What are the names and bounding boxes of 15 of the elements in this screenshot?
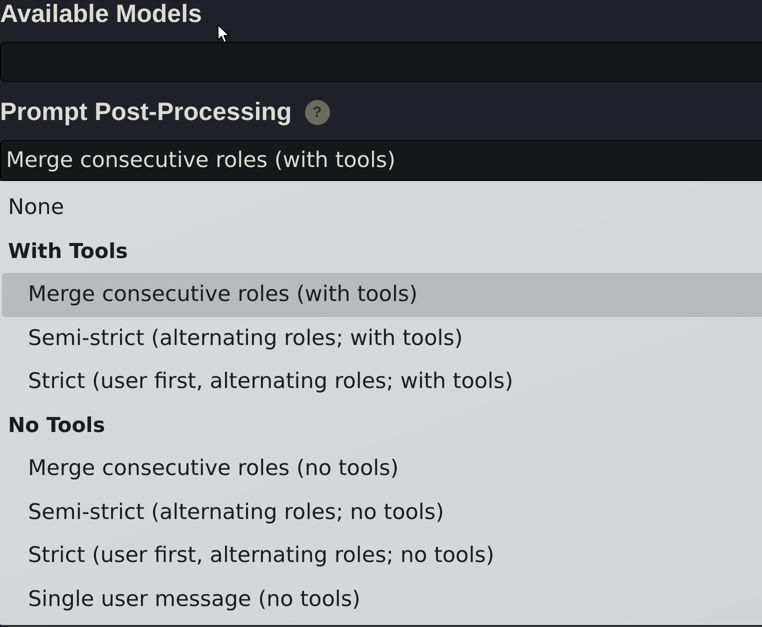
- dropdown-option[interactable]: Merge consecutive roles (with tools): [2, 273, 762, 316]
- select-field[interactable]: Merge consecutive roles (with tools): [0, 140, 762, 181]
- group-label: No Tools: [7, 412, 106, 440]
- section-heading: Prompt Post-Processing: [0, 98, 292, 126]
- dropdown-option[interactable]: Semi-strict (alternating roles; no tools): [2, 490, 762, 534]
- dropdown-option[interactable]: Strict (user first, alternating roles; with tools): [2, 360, 762, 404]
- dropdown-option[interactable]: Strict (user first, alternating roles; no tools): [2, 534, 762, 578]
- section-heading: Available Models: [0, 0, 202, 28]
- dropdown-option[interactable]: Merge consecutive roles (no tools): [2, 447, 762, 490]
- dropdown-option[interactable]: None: [2, 186, 762, 230]
- input-field[interactable]: [0, 42, 762, 82]
- mouse-pointer-icon: [217, 24, 230, 44]
- dropdown-option[interactable]: Single user message (no tools): [2, 578, 762, 621]
- group-label: With Tools: [7, 238, 129, 266]
- dropdown-option[interactable]: Semi-strict (alternating roles; with tools): [2, 316, 762, 360]
